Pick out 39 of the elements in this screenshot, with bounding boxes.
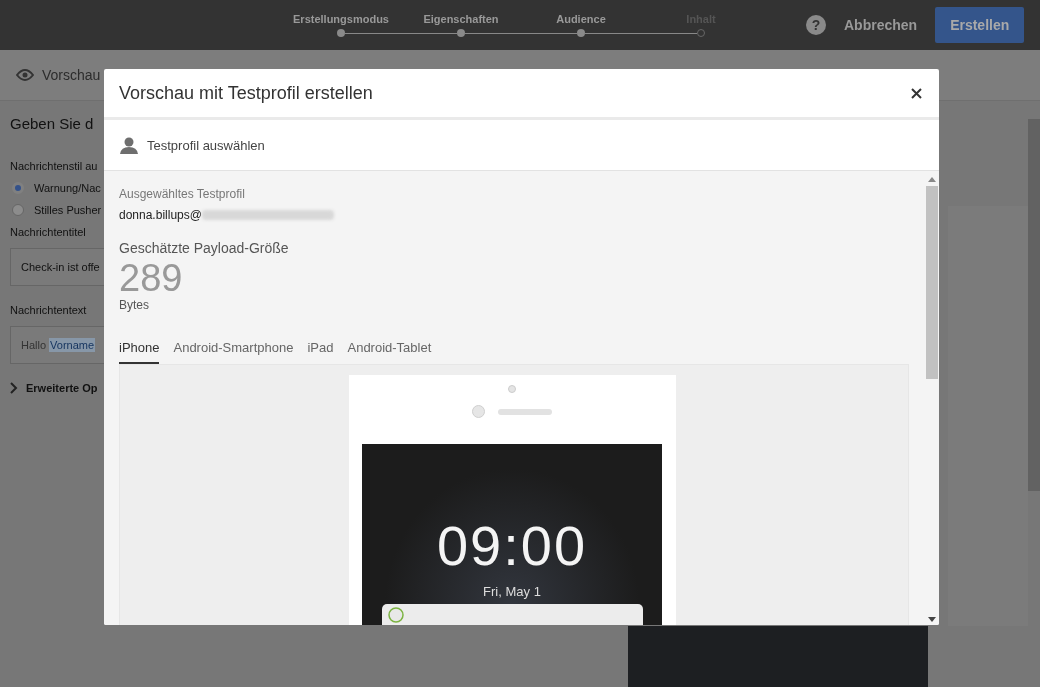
page-heading: Geben Sie d [10, 115, 95, 132]
eye-icon [16, 69, 34, 81]
profile-label: Ausgewähltes Testprofil [119, 187, 246, 201]
preview-link[interactable]: Vorschau [42, 67, 101, 83]
help-button[interactable]: ? [806, 15, 826, 35]
clock-date: Fri, May 1 [483, 584, 541, 599]
advanced-options-link[interactable]: Erweiterte Op [26, 382, 98, 394]
device-tab[interactable]: Android-Tablet [347, 340, 432, 364]
select-profile-link[interactable]: Testprofil auswählen [147, 137, 265, 153]
scroll-up-icon[interactable] [927, 177, 936, 182]
close-icon[interactable] [909, 85, 924, 101]
personalization-field: Vorname [49, 338, 96, 352]
field-label: Nachrichtentitel [10, 226, 87, 238]
field-label: Nachrichtenstil au [10, 160, 99, 172]
dialog-title: Vorschau mit Testprofil erstellen [119, 82, 373, 104]
step-label: Audience [556, 13, 606, 27]
camera-dot [508, 385, 516, 393]
field-label: Nachrichtentext [10, 304, 88, 316]
cancel-button[interactable]: Abbrechen [838, 9, 924, 41]
payload-unit: Bytes [119, 298, 150, 312]
create-button[interactable]: Erstellen [935, 7, 1025, 43]
speaker-slot [498, 408, 552, 415]
profile-value: donna.billups@ [119, 208, 202, 222]
field-text: Hallo [21, 339, 47, 351]
radio-label: Stilles Pusher [34, 204, 102, 216]
radio-button[interactable] [12, 204, 24, 216]
step-label: Eigenschaften [423, 13, 499, 27]
scroll-down-icon[interactable] [927, 617, 936, 622]
radio-button[interactable] [12, 182, 24, 194]
step-label: Erstellungsmodus [293, 13, 389, 27]
radio-label: Warnung/Nac [34, 182, 101, 194]
payload-size: 289 [119, 258, 184, 298]
device-tab[interactable]: iPad [307, 340, 334, 364]
payload-label: Geschätzte Payload-Größe [119, 240, 290, 256]
sensor-dot [472, 405, 485, 418]
device-tab[interactable]: Android-Smartphone [173, 340, 294, 364]
person-icon [120, 136, 138, 154]
clock-time: 09:00 [436, 513, 588, 579]
chevron-icon[interactable] [10, 382, 18, 394]
